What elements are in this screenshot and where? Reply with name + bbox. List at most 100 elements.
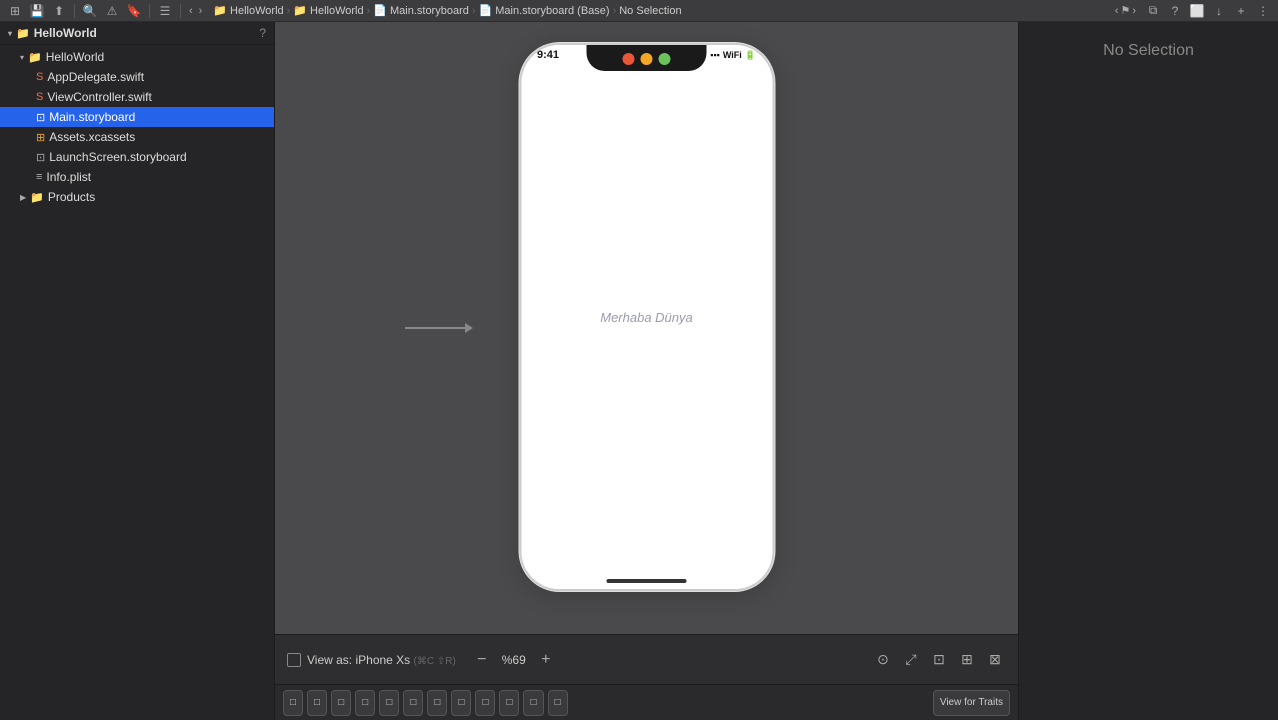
device-checkbox[interactable]: [287, 653, 301, 667]
breadcrumb-sep-1: ›: [367, 5, 371, 17]
breadcrumb-bar: ‹ › 📁 HelloWorld › 📁 HelloWorld › 📄 Main…: [187, 0, 1136, 21]
fit-icon[interactable]: ⤢: [900, 649, 922, 671]
view-as-shortcut: (⌘C ⇧R): [414, 656, 456, 667]
breadcrumb-no-selection[interactable]: No Selection: [619, 5, 681, 17]
project-root[interactable]: ▾ 📁 HelloWorld: [8, 26, 97, 40]
breadcrumb-sep-0: ›: [287, 5, 291, 17]
phone-frame[interactable]: 9:41 ▪▪▪ WiFi 🔋 Merhaba Dünya: [519, 43, 774, 591]
device-btn-0[interactable]: □: [283, 690, 303, 716]
bottom-bar-zoom: − %69 +: [472, 650, 556, 670]
breadcrumb-back-btn[interactable]: ‹: [187, 5, 195, 17]
breadcrumb-main-storyboard-base[interactable]: 📄 Main.storyboard (Base): [479, 4, 610, 17]
window-controls: [623, 53, 671, 65]
sidebar-item-helloworld-group[interactable]: ▾ 📁 HelloWorld: [0, 47, 274, 67]
zoom-fit-icon[interactable]: ⊡: [928, 649, 950, 671]
device-btn-11[interactable]: □: [548, 690, 568, 716]
phone-screen[interactable]: Merhaba Dünya: [521, 45, 772, 589]
breadcrumb-flag-btn[interactable]: ⚑: [1120, 4, 1130, 17]
view-as-text: View as: iPhone Xs: [307, 653, 410, 667]
device-btn-9[interactable]: □: [499, 690, 519, 716]
extra-icon[interactable]: ⊠: [984, 649, 1006, 671]
file-label: AppDelegate.swift: [47, 70, 144, 84]
add-icon[interactable]: +: [1232, 2, 1250, 20]
search-bar-icon[interactable]: ⊙: [872, 649, 894, 671]
breadcrumb-prev-btn[interactable]: ‹: [1115, 4, 1119, 17]
status-time: 9:41: [537, 49, 559, 61]
breadcrumb-nav-arrows: ‹ ⚑ ›: [1115, 4, 1136, 17]
main-area: ▾ 📁 HelloWorld ? ▾ 📁 HelloWorld S AppDel…: [0, 22, 1278, 720]
sidebar-item-appdelegate[interactable]: S AppDelegate.swift: [0, 67, 274, 87]
device-btn-8[interactable]: □: [475, 690, 495, 716]
file-label-4: Assets.xcassets: [49, 130, 135, 144]
device-btn-2[interactable]: □: [331, 690, 351, 716]
breadcrumb-label-2: Main.storyboard: [390, 5, 469, 17]
arrow-head: [465, 323, 473, 333]
library-icon[interactable]: ↓: [1210, 2, 1228, 20]
storyboard-base-icon: 📄: [479, 4, 493, 17]
plist-file-icon: ≡: [36, 171, 42, 183]
device-btn-5[interactable]: □: [403, 690, 423, 716]
new-window-icon[interactable]: ⧉: [1144, 2, 1162, 20]
more-icon[interactable]: ⋮: [1254, 2, 1272, 20]
window-maximize-btn[interactable]: [659, 53, 671, 65]
sidebar-item-main-storyboard[interactable]: ⊡ Main.storyboard: [0, 107, 274, 127]
swift-file-icon: S: [36, 71, 43, 83]
canvas-area[interactable]: 9:41 ▪▪▪ WiFi 🔋 Merhaba Dünya: [275, 22, 1018, 634]
sidebar-item-assets[interactable]: ⊞ Assets.xcassets: [0, 127, 274, 147]
signal-icon: ▪▪▪: [710, 50, 720, 60]
breadcrumb-sep-2: ›: [472, 5, 476, 17]
breadcrumb-label-0: HelloWorld: [230, 5, 284, 17]
home-indicator: [607, 579, 687, 583]
device-btn-6[interactable]: □: [427, 690, 447, 716]
sidebar-item-viewcontroller[interactable]: S ViewController.swift: [0, 87, 274, 107]
view-traits-label[interactable]: View for Traits: [933, 690, 1010, 716]
sidebar-help-button[interactable]: ?: [259, 26, 266, 40]
bookmark-icon[interactable]: 🔖: [125, 2, 143, 20]
full-fit-icon[interactable]: ⊞: [956, 649, 978, 671]
zoom-pct-label: %69: [498, 653, 530, 667]
view-traits-btn[interactable]: View for Traits: [933, 690, 1010, 716]
sidebar-item-launchscreen[interactable]: ⊡ LaunchScreen.storyboard: [0, 147, 274, 167]
folder-icon-2: 📁: [293, 4, 307, 17]
warning-icon[interactable]: ⚠: [103, 2, 121, 20]
products-folder-icon: 📁: [30, 191, 44, 204]
breadcrumb-helloworld-root[interactable]: 📁 HelloWorld: [213, 4, 283, 17]
storyboard-icon: 📄: [373, 4, 387, 17]
device-btn-1[interactable]: □: [307, 690, 327, 716]
canvas-scroll[interactable]: 9:41 ▪▪▪ WiFi 🔋 Merhaba Dünya: [275, 22, 1018, 634]
breadcrumb-helloworld-group[interactable]: 📁 HelloWorld: [293, 4, 363, 17]
sidebar-header: ▾ 📁 HelloWorld ?: [0, 22, 274, 45]
zoom-out-btn[interactable]: −: [472, 650, 492, 670]
breadcrumb-forward-btn[interactable]: ›: [197, 5, 205, 17]
wifi-icon: WiFi: [723, 50, 742, 60]
device-btn-10[interactable]: □: [523, 690, 543, 716]
breadcrumb-main-storyboard[interactable]: 📄 Main.storyboard: [373, 4, 469, 17]
inspector-icon[interactable]: ⬜: [1188, 2, 1206, 20]
window-minimize-btn[interactable]: [641, 53, 653, 65]
sidebar-item-infoplist[interactable]: ≡ Info.plist: [0, 167, 274, 187]
grid-icon[interactable]: ⊞: [6, 2, 24, 20]
breadcrumb-next-btn[interactable]: ›: [1132, 4, 1136, 17]
help-icon[interactable]: ?: [1166, 2, 1184, 20]
device-btn-7[interactable]: □: [451, 690, 471, 716]
list-icon[interactable]: ☰: [156, 2, 174, 20]
no-selection-label: No Selection: [1103, 42, 1194, 60]
export-icon[interactable]: ⬆: [50, 2, 68, 20]
search-icon[interactable]: 🔍: [81, 2, 99, 20]
save-icon[interactable]: 💾: [28, 2, 46, 20]
phone-mockup-container[interactable]: 9:41 ▪▪▪ WiFi 🔋 Merhaba Dünya: [519, 43, 774, 591]
swift-file-icon-2: S: [36, 91, 43, 103]
breadcrumb-back-forward: ‹ ›: [187, 5, 204, 17]
window-close-btn[interactable]: [623, 53, 635, 65]
device-btn-3[interactable]: □: [355, 690, 375, 716]
toolbar-separator-2: [149, 4, 150, 18]
assets-file-icon: ⊞: [36, 131, 45, 144]
sidebar-item-products[interactable]: ▶ 📁 Products: [0, 187, 274, 207]
device-btn-4[interactable]: □: [379, 690, 399, 716]
arrow-line: [405, 327, 465, 329]
breadcrumb-sep-3: ›: [613, 5, 617, 17]
zoom-in-btn[interactable]: +: [536, 650, 556, 670]
device-selector-bar: □ □ □ □ □ □ □ □ □ □ □ □ View for Traits: [275, 684, 1018, 720]
breadcrumb-label-4: No Selection: [619, 5, 681, 17]
breadcrumb-label-3: Main.storyboard (Base): [495, 5, 609, 17]
